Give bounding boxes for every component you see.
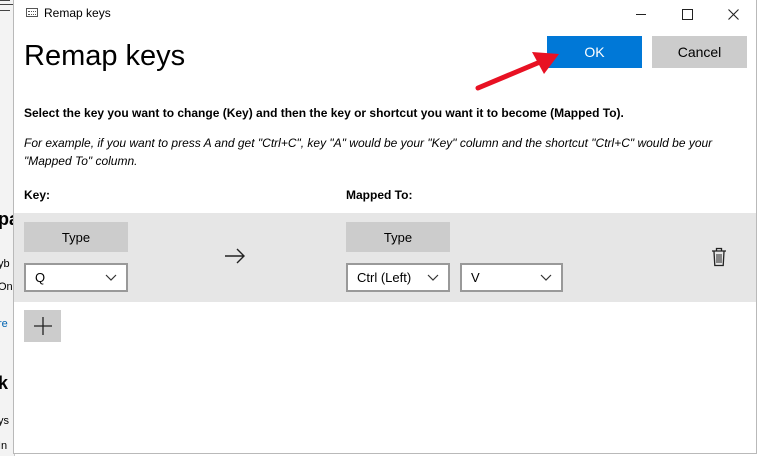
- minimize-button[interactable]: [618, 0, 664, 28]
- close-icon: [727, 8, 739, 20]
- mapped-modifier-value: Ctrl (Left): [357, 270, 412, 285]
- title-bar[interactable]: Remap keys: [14, 0, 756, 28]
- trash-icon[interactable]: [711, 247, 727, 267]
- remap-row: Type Q Type Ctrl (Left) V: [14, 213, 756, 302]
- bg-link-fragment[interactable]: re: [0, 318, 8, 330]
- bg-text-fragment: yb: [0, 258, 10, 270]
- key-select[interactable]: Q: [24, 263, 128, 292]
- hamburger-icon[interactable]: [0, 0, 10, 11]
- example-text: For example, if you want to press A and …: [24, 136, 713, 168]
- arrow-right-icon: [225, 248, 245, 264]
- bg-text-fragment: ys: [0, 415, 9, 427]
- mapped-key-select[interactable]: V: [460, 263, 563, 292]
- minimize-icon: [636, 13, 646, 15]
- key-column-header: Key:: [24, 188, 51, 202]
- instruction-text: Select the key you want to change (Key) …: [24, 106, 624, 120]
- mapped-modifier-select[interactable]: Ctrl (Left): [346, 263, 450, 292]
- maximize-button[interactable]: [664, 0, 710, 28]
- plus-icon: [33, 317, 52, 335]
- red-arrow-annotation: [475, 52, 559, 91]
- chevron-down-icon: [105, 274, 117, 281]
- remap-keys-window: Remap keys Remap keys OK Cancel Select t…: [13, 0, 757, 454]
- key-select-value: Q: [35, 270, 46, 285]
- chevron-down-icon: [540, 274, 552, 281]
- bg-text-fragment: k: [0, 373, 8, 394]
- mapped-type-button[interactable]: Type: [346, 222, 450, 252]
- keyboard-icon: [26, 8, 38, 17]
- bg-text-fragment: In: [0, 440, 8, 452]
- mapped-to-column-header: Mapped To:: [346, 188, 413, 202]
- mapped-key-value: V: [471, 270, 480, 285]
- window-title: Remap keys: [44, 6, 111, 20]
- page-title: Remap keys: [24, 40, 186, 72]
- close-button[interactable]: [710, 0, 756, 28]
- ok-button[interactable]: OK: [547, 36, 642, 68]
- bg-text-fragment: On: [0, 281, 13, 293]
- add-remap-button[interactable]: [24, 310, 61, 342]
- chevron-down-icon: [427, 274, 439, 281]
- key-type-button[interactable]: Type: [24, 222, 128, 252]
- cancel-button[interactable]: Cancel: [652, 36, 747, 68]
- maximize-icon: [681, 8, 693, 20]
